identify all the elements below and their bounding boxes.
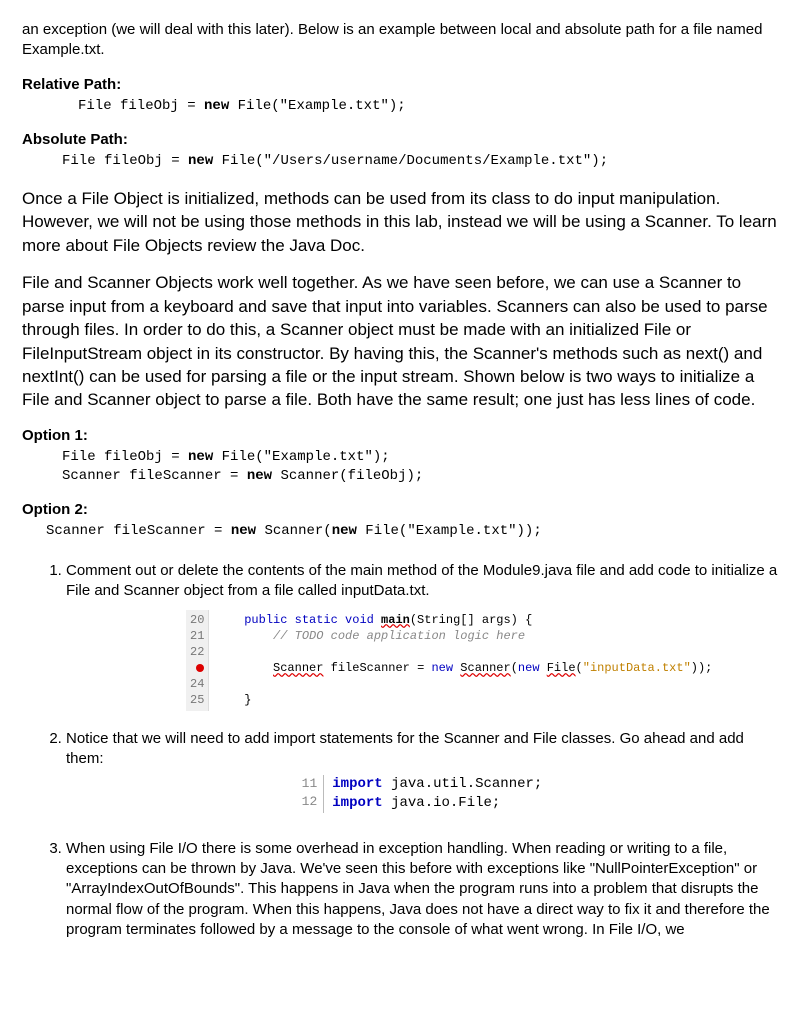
code-screenshot-2: 11 12 import java.util.Scanner; import j… [296,775,551,813]
intro-paragraph: an exception (we will deal with this lat… [22,20,780,61]
code-screenshot-1: 20 21 22 24 25 public static void main(S… [186,610,780,711]
error-icon [196,664,204,672]
step-1: Comment out or delete the contents of th… [66,561,780,711]
option2-label: Option 2: [22,500,780,520]
absolute-path-label: Absolute Path: [22,130,780,150]
option2-code: Scanner fileScanner = new Scanner(new Fi… [46,522,780,541]
file-scanner-paragraph: File and Scanner Objects work well toget… [22,271,780,412]
step-3: When using File I/O there is some overhe… [66,839,780,940]
file-object-paragraph: Once a File Object is initialized, metho… [22,187,780,257]
step-2: Notice that we will need to add import s… [66,729,780,813]
option1-line2: Scanner fileScanner = new Scanner(fileOb… [62,467,780,486]
absolute-path-code: File fileObj = new File("/Users/username… [62,152,780,171]
option1-label: Option 1: [22,426,780,446]
relative-path-code: File fileObj = new File("Example.txt"); [78,97,780,116]
relative-path-label: Relative Path: [22,75,780,95]
option1-line1: File fileObj = new File("Example.txt"); [62,448,780,467]
